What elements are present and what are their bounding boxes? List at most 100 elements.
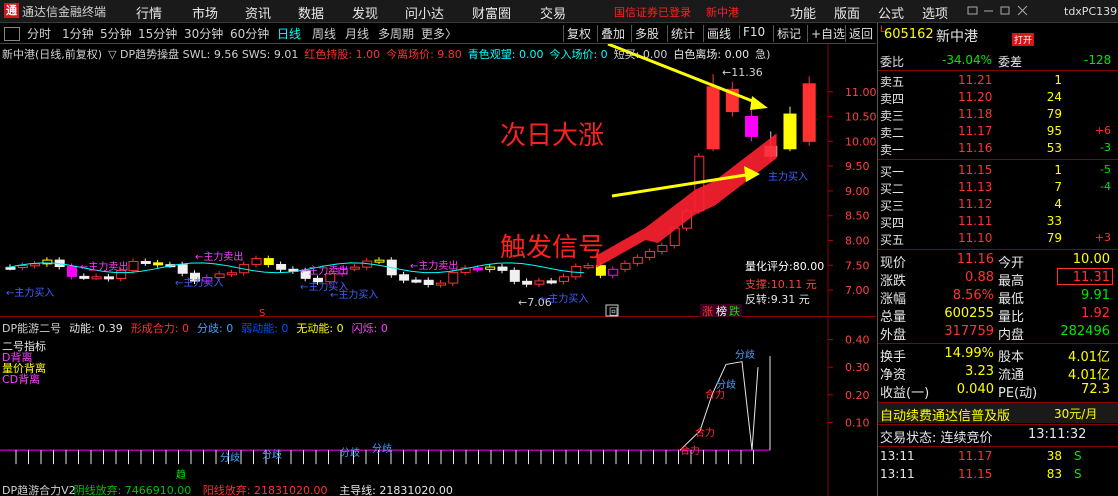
kline-chart[interactable]: 11.00 10.50 10.00 9.50 9.00 8.50 8.00 7.50 7.00 次… (0, 44, 876, 317)
candle (17, 264, 28, 268)
legend-item: 今入场价: 0 (549, 48, 608, 61)
weicha-label: 委差 (998, 55, 1023, 69)
toolbar-button-1[interactable]: 叠加 (597, 25, 625, 42)
buy-price: 11.11 (958, 214, 993, 228)
menu-markets[interactable]: 市场 (192, 3, 218, 22)
toolbar-button-8[interactable]: 返回 (845, 25, 873, 42)
buy-price: 11.10 (958, 231, 993, 245)
divider (878, 159, 1118, 160)
toolbar-button-0[interactable]: 复权 (563, 25, 591, 42)
main-buy-label: 主力买入 (768, 170, 808, 183)
high-price-box (1057, 268, 1113, 285)
toolbar-button-3[interactable]: 统计 (667, 25, 695, 42)
candle (559, 276, 569, 282)
period-tab-5[interactable]: 60分钟 (230, 25, 269, 42)
legend-item: 红色持股: 1.00 (304, 48, 381, 61)
stat-label: 涨幅 (880, 292, 907, 307)
layout-icon[interactable] (967, 6, 978, 15)
buy-level-label: 买四 (880, 216, 905, 230)
divergence-tag: 分歧 (372, 442, 392, 455)
legend-item: 新中港(日线,前复权) (2, 48, 103, 61)
buy-level-label: 买三 (880, 199, 905, 213)
candle (595, 265, 606, 276)
menu-market[interactable]: 行情 (136, 3, 162, 22)
trend-ribbon (596, 133, 777, 268)
sell-volume: 95 (1046, 124, 1062, 138)
buy-signal-label: ←主力买入 (6, 286, 54, 299)
stat2-value: 3.23 (965, 364, 994, 379)
bottom-legend-item: 阳线放弃: 21831020.00 (203, 483, 328, 496)
support-label: 支撑:10.11 元 (745, 277, 817, 291)
candle (153, 262, 164, 266)
menu-news[interactable]: 资讯 (245, 3, 271, 22)
buy-signal-label: ←主力买入 (540, 292, 588, 305)
menu-layout[interactable]: 版面 (834, 3, 860, 22)
app-logo-icon: 通 (4, 3, 19, 18)
indicator-chart[interactable]: 0.400.300.200.10二号指标D背离量价背离CD背离分歧 分歧 分歧 分歧分… (0, 318, 876, 496)
period-tab-3[interactable]: 15分钟 (138, 25, 177, 42)
stat2-label: 流通 (998, 368, 1025, 383)
period-tab-1[interactable]: 1分钟 (62, 25, 94, 42)
sell-volume: 53 (1046, 141, 1062, 155)
weibi-label: 委比 (880, 55, 905, 69)
menu-data[interactable]: 数据 (298, 3, 324, 22)
stat-label: 量比 (998, 310, 1025, 325)
bottom-legend-item: DP趋游合力V2 (2, 483, 76, 496)
force-tag: 合力 (705, 388, 725, 401)
toolbar-button-6[interactable]: 标记 (773, 25, 801, 42)
indicator-legend-item: DP能游二号 (2, 322, 62, 335)
candle (802, 83, 816, 142)
candle (436, 282, 446, 286)
period-tab-8[interactable]: 月线 (345, 25, 369, 42)
toolbar-button-7[interactable]: +自选 (807, 25, 845, 42)
menu-function[interactable]: 功能 (790, 3, 816, 22)
toolbar-menu-icon[interactable] (4, 27, 20, 41)
quote-panel: 605162 新中港 打开 L 委比 -34.04% 委差 -128 卖五 11.21 1 卖四 11.… (877, 23, 1118, 496)
toolbar-button-2[interactable]: 多股 (631, 25, 659, 42)
y-tick-label: 0.20 (845, 389, 870, 402)
period-tab-2[interactable]: 5分钟 (100, 25, 132, 42)
period-tab-4[interactable]: 30分钟 (184, 25, 223, 42)
login-stock[interactable]: 新中港 (706, 4, 739, 20)
menu-options[interactable]: 选项 (922, 3, 948, 22)
sell-price: 11.21 (958, 73, 993, 87)
menu-ask[interactable]: 问小达 (405, 3, 444, 22)
menu-trade[interactable]: 交易 (540, 3, 566, 22)
annotation-trigger: 触发信号 (500, 233, 604, 263)
indicator-legend-item: 动能: 0.39 (69, 322, 123, 335)
period-tab-0[interactable]: 分时 (27, 25, 51, 42)
sell-level-label: 卖二 (880, 126, 905, 140)
period-tab-7[interactable]: 周线 (312, 25, 336, 42)
maximize-icon[interactable] (1000, 6, 1010, 15)
stat2-label: 净资 (880, 368, 907, 383)
period-tab-6[interactable]: 日线 (277, 25, 301, 42)
l-mark: L (880, 25, 886, 35)
login-status[interactable]: 国信证券已登录 (614, 4, 691, 20)
sell-price: 11.20 (958, 90, 993, 104)
stat2-value: 4.01亿 (1068, 368, 1110, 383)
menu-formula[interactable]: 公式 (878, 3, 904, 22)
y-tick-label: 9.50 (845, 160, 870, 173)
sell-price: 11.18 (958, 107, 993, 121)
toolbar-button-4[interactable]: 画线 (703, 25, 731, 42)
divergence-tag: 分歧 (220, 451, 240, 464)
buy-price: 11.15 (958, 163, 993, 177)
indicator-legend: DP能游二号 动能: 0.39 形成合力: 0 分歧: 0 弱动能: 0 无动能: 0 闪烁… (2, 320, 396, 336)
legend-item: 青色观望: 0.00 (467, 48, 544, 61)
menu-discover[interactable]: 发现 (352, 3, 378, 22)
annotation-big-rise: 次日大涨 (500, 121, 604, 151)
score-label: 量化评分:80.00 (745, 259, 824, 273)
menu-wealth[interactable]: 财富圈 (472, 3, 511, 22)
candle (632, 256, 643, 264)
main-chart-legend: 新中港(日线,前复权) ▽ DP趋势操盘 SWL: 9.56 SWS: 9.01 红… (2, 46, 776, 62)
buy-change: -4 (1100, 180, 1111, 193)
candle (497, 266, 508, 271)
period-tab-10[interactable]: 更多〉 (421, 25, 457, 42)
sell-signal-label: ←主力卖出 (300, 264, 348, 277)
y-tick-label: 7.50 (845, 259, 870, 272)
tick-price: 11.15 (958, 467, 993, 481)
period-tab-9[interactable]: 多周期 (378, 25, 414, 42)
stat-value: 10.00 (1072, 252, 1110, 267)
window-buttons[interactable] (966, 5, 1036, 17)
toolbar-button-5[interactable]: F10 (739, 25, 765, 39)
